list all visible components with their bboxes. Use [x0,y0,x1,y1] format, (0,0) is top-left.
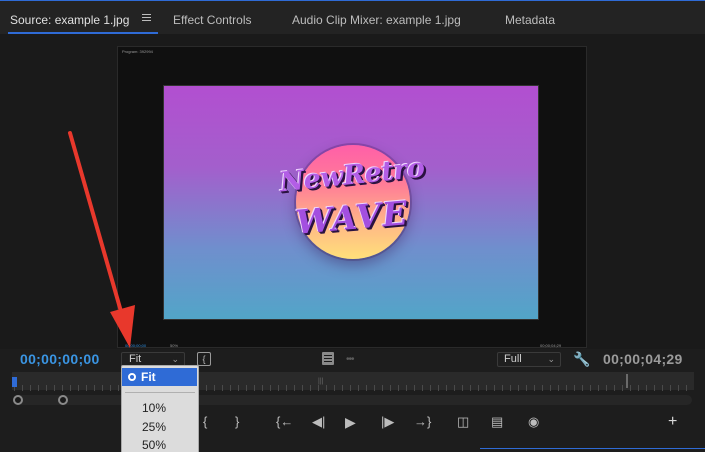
timeline-zoom-scrollbar[interactable] [14,395,692,405]
embedded-monitor-title: Program: 392994 [122,49,153,54]
step-forward-button[interactable]: |▶ [381,414,394,430]
go-to-out-button[interactable]: →} [414,414,431,429]
panel-focus-border [480,448,705,449]
tab-effect-controls[interactable]: Effect Controls [173,13,251,27]
dropdown-separator [125,392,195,393]
out-point-marker[interactable] [626,374,628,388]
embedded-timecode-duration: 00;00;04;29 [540,343,562,348]
film-strip-icon[interactable] [322,352,334,365]
duration-timecode: 00;00;04;29 [603,351,683,367]
dropdown-item[interactable]: 10% [142,401,166,415]
wrench-icon[interactable]: 🔧 [573,351,590,368]
ruler-ticks [14,385,694,391]
dropdown-item[interactable]: 50% [142,438,166,452]
panel-menu-icon[interactable] [142,14,151,22]
insert-icon[interactable]: ◫ [457,414,469,430]
zoom-level-value: Fit [129,353,142,365]
radio-selected-icon [128,373,136,381]
zoom-handle-right[interactable] [58,395,68,405]
embedded-zoom-level: 50% [170,343,179,348]
mark-out-button[interactable]: } [235,414,239,429]
go-to-in-button[interactable]: {← [276,414,293,429]
add-button[interactable]: + [668,413,677,431]
overwrite-icon[interactable]: ▤ [491,414,503,430]
tab-audio-clip-mixer[interactable]: Audio Clip Mixer: example 1.jpg [292,13,461,27]
audio-waveform-icon[interactable]: ••• [346,354,354,365]
playhead-handle[interactable] [12,377,17,387]
dropdown-item[interactable]: 25% [142,420,166,434]
chevron-down-icon: ⌄ [547,354,555,364]
marker-icon[interactable]: { [197,352,211,366]
panel-tab-bar: Source: example 1.jpg Effect Controls Au… [0,0,705,34]
camera-icon[interactable]: ◉ [528,414,539,430]
mark-in-button[interactable]: { [203,414,207,429]
embedded-timecode-current: 00;00;00;00 [125,343,147,348]
zoom-handle-left[interactable] [13,395,23,405]
playback-resolution-select[interactable]: Full ⌄ [497,352,561,367]
step-back-button[interactable]: ◀| [312,414,325,430]
playhead-timecode[interactable]: 00;00;00;00 [20,351,100,367]
tab-metadata[interactable]: Metadata [505,13,555,27]
play-button[interactable]: ▶ [345,414,356,431]
ruler-grip-icon[interactable]: ||| [318,378,323,385]
resolution-value: Full [504,353,522,365]
tab-source[interactable]: Source: example 1.jpg [10,13,129,27]
